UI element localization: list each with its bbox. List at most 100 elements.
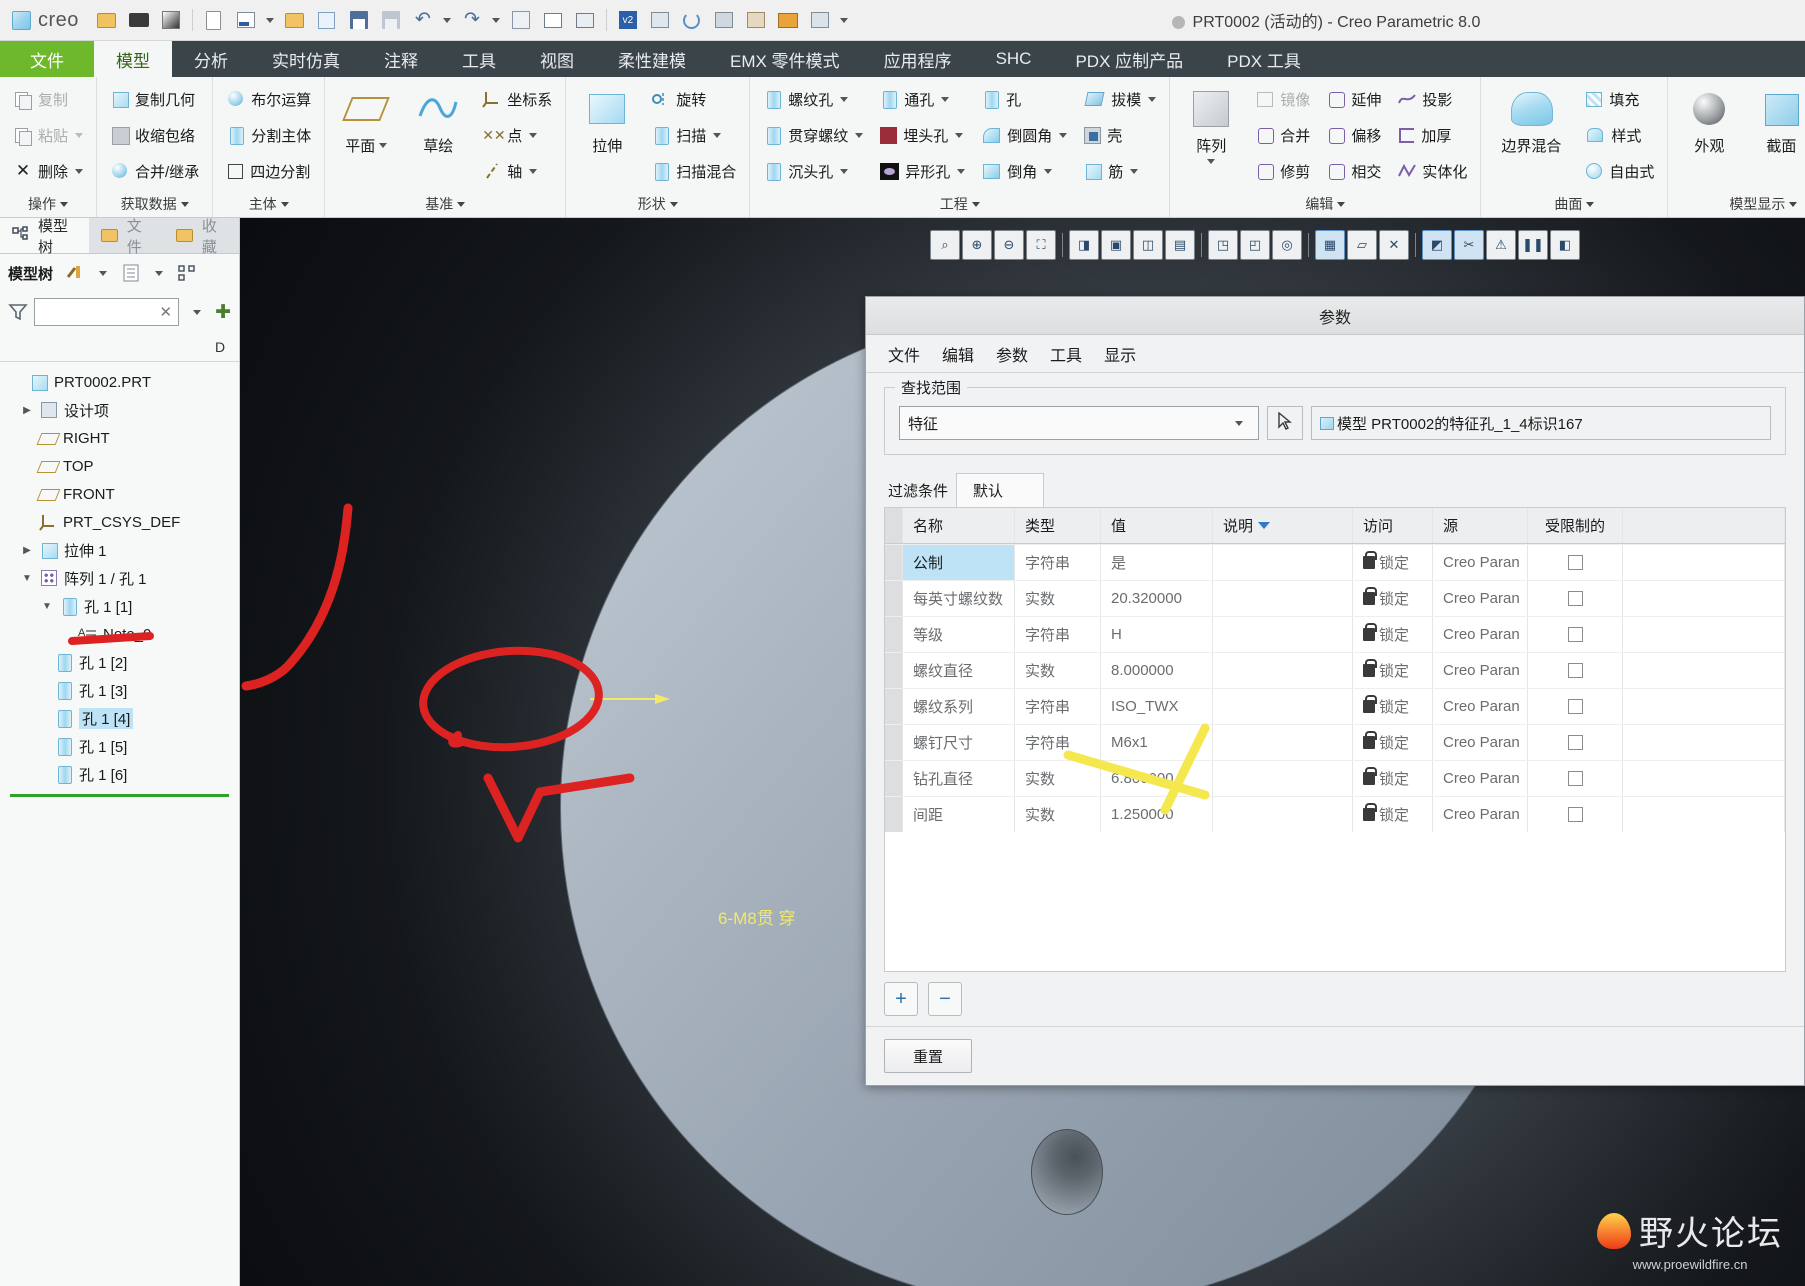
ribbon-merge-button[interactable]: 合并 bbox=[1248, 117, 1317, 153]
ribbon-boolean-button[interactable]: 布尔运算 bbox=[219, 81, 318, 117]
ribbon-boundary-blend-button[interactable]: 边界混合 bbox=[1487, 81, 1575, 157]
checkbox[interactable] bbox=[1567, 627, 1583, 642]
tab-pdx-tools[interactable]: PDX 工具 bbox=[1205, 41, 1323, 77]
column-header-restricted[interactable]: 受限制的 bbox=[1528, 508, 1623, 543]
cell-access[interactable]: 锁定 bbox=[1353, 797, 1433, 832]
table-row[interactable]: 间距 实数 1.250000 锁定 Creo Paran bbox=[885, 796, 1785, 832]
ribbon-group-datum-title[interactable]: 基准 bbox=[331, 191, 559, 217]
qat-overflow-chevron-icon[interactable] bbox=[838, 6, 851, 34]
ribbon-freestyle-button[interactable]: 自由式 bbox=[1577, 153, 1661, 189]
cell-value[interactable]: 6.800000 bbox=[1101, 761, 1213, 796]
ribbon-csys-button[interactable]: 坐标系 bbox=[475, 81, 559, 117]
saved-views-icon[interactable]: ▣ bbox=[1101, 230, 1131, 260]
ribbon-copy-button[interactable]: 复制 bbox=[6, 81, 90, 117]
view-manager-icon[interactable]: ◫ bbox=[1133, 230, 1163, 260]
chevron-down-icon[interactable] bbox=[1228, 420, 1250, 426]
cell-description[interactable] bbox=[1213, 653, 1353, 688]
tab-applications[interactable]: 应用程序 bbox=[862, 41, 974, 77]
tab-analysis[interactable]: 分析 bbox=[172, 41, 250, 77]
table-row[interactable]: 公制 字符串 是 锁定 Creo Paran bbox=[885, 544, 1785, 580]
cell-description[interactable] bbox=[1213, 761, 1353, 796]
cell-value[interactable]: 是 bbox=[1101, 545, 1213, 580]
tree-columns-icon[interactable] bbox=[175, 261, 199, 285]
checkbox[interactable] bbox=[1567, 735, 1583, 750]
ribbon-sketch-button[interactable]: 草绘 bbox=[403, 81, 473, 157]
model-tree-filter-input[interactable]: ✕ bbox=[34, 298, 180, 326]
cell-restricted[interactable] bbox=[1528, 617, 1623, 652]
tree-item-note-0[interactable]: A Note_0 bbox=[0, 620, 239, 648]
cell-access[interactable]: 锁定 bbox=[1353, 725, 1433, 760]
print-icon[interactable] bbox=[125, 6, 153, 34]
stop-icon[interactable]: ◧ bbox=[1550, 230, 1580, 260]
row-selector[interactable] bbox=[885, 653, 903, 688]
chevron-down-icon[interactable] bbox=[379, 143, 388, 148]
tree-item-hole-5[interactable]: 孔 1 [5] bbox=[0, 732, 239, 760]
tree-item-pattern-1[interactable]: ▼ 阵列 1 / 孔 1 bbox=[0, 564, 239, 592]
refit-icon[interactable]: ⛶ bbox=[1026, 230, 1056, 260]
chevron-down-icon[interactable] bbox=[1059, 132, 1068, 138]
table-row[interactable]: 等级 字符串 H 锁定 Creo Paran bbox=[885, 616, 1785, 652]
cell-source[interactable]: Creo Paran bbox=[1433, 725, 1528, 760]
save-as-icon[interactable] bbox=[377, 6, 405, 34]
open-folder-icon[interactable] bbox=[281, 6, 309, 34]
cell-access[interactable]: 锁定 bbox=[1353, 581, 1433, 616]
cell-source[interactable]: Creo Paran bbox=[1433, 761, 1528, 796]
menu-params[interactable]: 参数 bbox=[996, 342, 1028, 366]
ribbon-shrinkwrap-button[interactable]: 收缩包络 bbox=[103, 117, 206, 153]
cell-extra[interactable] bbox=[1623, 653, 1785, 688]
remove-parameter-button[interactable]: − bbox=[928, 982, 962, 1016]
ribbon-offset-button[interactable]: 偏移 bbox=[1319, 117, 1388, 153]
cell-name[interactable]: 钻孔直径 bbox=[903, 761, 1015, 796]
regenerate-icon[interactable] bbox=[507, 6, 535, 34]
ribbon-group-model-display-title[interactable]: 模型显示 bbox=[1674, 191, 1805, 217]
ribbon-mirror-button[interactable]: 镜像 bbox=[1248, 81, 1317, 117]
cell-type[interactable]: 字符串 bbox=[1015, 617, 1101, 652]
ribbon-merge-inherit-button[interactable]: 合并/继承 bbox=[103, 153, 206, 189]
tree-expander[interactable]: ▼ bbox=[20, 573, 34, 584]
tree-item-hole-3[interactable]: 孔 1 [3] bbox=[0, 676, 239, 704]
chevron-down-icon[interactable] bbox=[1044, 168, 1053, 174]
chevron-down-icon[interactable] bbox=[957, 168, 966, 174]
chevron-down-icon[interactable] bbox=[971, 201, 980, 207]
cell-type[interactable]: 字符串 bbox=[1015, 725, 1101, 760]
cell-extra[interactable] bbox=[1623, 581, 1785, 616]
cell-name[interactable]: 间距 bbox=[903, 797, 1015, 832]
ribbon-group-get-data-title[interactable]: 获取数据 bbox=[103, 191, 206, 217]
checkbox[interactable] bbox=[1567, 771, 1583, 786]
table-row[interactable]: 钻孔直径 实数 6.800000 锁定 Creo Paran bbox=[885, 760, 1785, 796]
chevron-down-icon[interactable] bbox=[75, 168, 84, 174]
scope-select[interactable]: 特征 bbox=[899, 406, 1259, 440]
zoom-box-icon[interactable]: ⌕ bbox=[930, 230, 960, 260]
menu-display[interactable]: 显示 bbox=[1104, 342, 1136, 366]
ribbon-countersink-button[interactable]: 埋头孔 bbox=[872, 117, 972, 153]
cell-description[interactable] bbox=[1213, 725, 1353, 760]
cell-type[interactable]: 实数 bbox=[1015, 797, 1101, 832]
row-selector[interactable] bbox=[885, 797, 903, 832]
cell-restricted[interactable] bbox=[1528, 797, 1623, 832]
ribbon-extend-button[interactable]: 延伸 bbox=[1319, 81, 1388, 117]
v2-icon[interactable]: v2 bbox=[614, 6, 642, 34]
zoom-out-icon[interactable]: ⊖ bbox=[994, 230, 1024, 260]
ribbon-shell-button[interactable]: 壳 bbox=[1076, 117, 1163, 153]
ribbon-quad-split-button[interactable]: 四边分割 bbox=[219, 153, 318, 189]
cell-restricted[interactable] bbox=[1528, 725, 1623, 760]
cell-value[interactable]: ISO_TWX bbox=[1101, 689, 1213, 724]
chevron-down-icon[interactable] bbox=[180, 201, 189, 207]
refresh-icon[interactable] bbox=[678, 6, 706, 34]
tab-pdx-product[interactable]: PDX 应制产品 bbox=[1053, 41, 1205, 77]
checkbox[interactable] bbox=[1567, 555, 1583, 570]
new-file-icon[interactable] bbox=[200, 6, 228, 34]
zoom-in-icon[interactable]: ⊕ bbox=[962, 230, 992, 260]
ribbon-tapped-hole-button[interactable]: 螺纹孔 bbox=[756, 81, 870, 117]
row-selector[interactable] bbox=[885, 617, 903, 652]
ribbon-trim-button[interactable]: 修剪 bbox=[1248, 153, 1317, 189]
settings-hammer-icon[interactable] bbox=[63, 261, 87, 285]
cell-type[interactable]: 实数 bbox=[1015, 653, 1101, 688]
cell-access[interactable]: 锁定 bbox=[1353, 545, 1433, 580]
cell-source[interactable]: Creo Paran bbox=[1433, 653, 1528, 688]
cell-value[interactable]: 8.000000 bbox=[1101, 653, 1213, 688]
ribbon-through-hole-button[interactable]: 通孔 bbox=[872, 81, 972, 117]
erase-icon[interactable] bbox=[157, 6, 185, 34]
cell-description[interactable] bbox=[1213, 581, 1353, 616]
point-display-icon[interactable]: ◩ bbox=[1422, 230, 1452, 260]
